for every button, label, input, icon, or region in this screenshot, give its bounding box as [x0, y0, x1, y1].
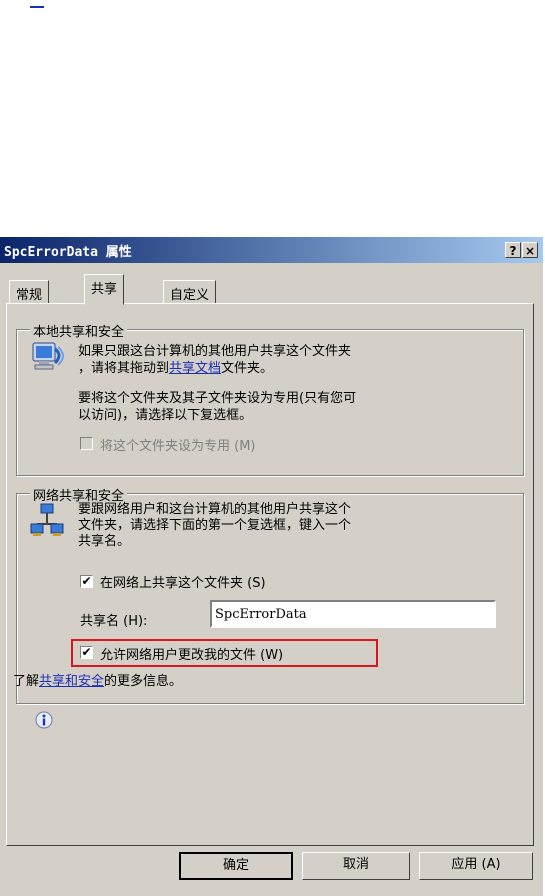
local-share-paragraph: 如果只跟这台计算机的其他用户共享这个文件夹 ，请将其拖动到共享文档文件夹。 [78, 343, 518, 377]
tab-panel-sharing: 本地共享和安全 如果只跟这台计算机的其他用户共享这个文件夹 ，请将其拖动到共享文… [6, 303, 534, 846]
local-paragraph-line-2: ，请将其拖动到共享文档文件夹。 [78, 360, 518, 377]
shared-documents-link[interactable]: 共享文档 [169, 361, 221, 376]
private-paragraph-line-2: 以访问)，请选择以下复选框。 [78, 408, 253, 423]
local-sharing-legend: 本地共享和安全 [30, 321, 128, 340]
local-paragraph-line-1: 如果只跟这台计算机的其他用户共享这个文件夹 [78, 344, 352, 359]
network-icon [29, 502, 65, 538]
network-paragraph-line-2: 文件夹，请选择下面的第一个复选框，键入一个 [78, 518, 352, 533]
private-paragraph-line-1: 要将这个文件夹及其子文件夹设为专用(只有您可 [78, 391, 357, 406]
window-title: SpcErrorData 属性 [4, 245, 132, 260]
learn-more-post: 的更多信息。 [104, 674, 183, 689]
learn-more-pre: 了解 [13, 674, 40, 689]
make-private-label: 将这个文件夹设为专用 (M) [100, 439, 256, 454]
tab-general[interactable]: 常规 [9, 280, 50, 304]
close-button[interactable]: × [522, 242, 538, 258]
computer-icon [29, 339, 65, 375]
share-name-label: 共享名 (H): [80, 614, 148, 629]
cancel-button[interactable]: 取消 [302, 852, 410, 880]
share-name-input[interactable] [210, 600, 496, 628]
apply-button[interactable]: 应用 (A) [419, 852, 533, 880]
make-private-checkbox[interactable] [80, 437, 93, 450]
private-folder-paragraph: 要将这个文件夹及其子文件夹设为专用(只有您可 以访问)，请选择以下复选框。 [78, 390, 518, 424]
tab-customize[interactable]: 自定义 [163, 280, 217, 304]
top-link-fragment[interactable] [30, 0, 44, 8]
learn-more-text: 了解共享和安全的更多信息。 [13, 670, 182, 689]
title-bar: SpcErrorData 属性 ? × [0, 237, 543, 263]
local-paragraph-text-b: 文件夹。 [221, 361, 274, 376]
properties-dialog: SpcErrorData 属性 ? × 常规 共享 自定义 本地共享和安全 如果… [0, 237, 543, 896]
ok-button[interactable]: 确定 [179, 852, 293, 880]
allow-change-label: 允许网络用户更改我的文件 (W) [100, 648, 284, 663]
network-paragraph-line-1: 要跟网络用户和这台计算机的其他用户共享这个 [78, 502, 352, 517]
network-paragraph-line-3: 共享名。 [78, 534, 131, 549]
local-paragraph-text-a: ，请将其拖动到 [78, 361, 170, 376]
share-on-network-label: 在网络上共享这个文件夹 (S) [100, 576, 266, 591]
help-button[interactable]: ? [505, 242, 521, 258]
network-share-paragraph: 要跟网络用户和这台计算机的其他用户共享这个 文件夹，请选择下面的第一个复选框，键… [78, 502, 518, 550]
info-icon [34, 710, 54, 730]
allow-change-checkbox[interactable]: ✔ [80, 646, 93, 659]
share-on-network-checkbox[interactable]: ✔ [80, 575, 93, 588]
sharing-security-link[interactable]: 共享和安全 [39, 674, 104, 689]
tab-sharing[interactable]: 共享 [84, 274, 125, 305]
